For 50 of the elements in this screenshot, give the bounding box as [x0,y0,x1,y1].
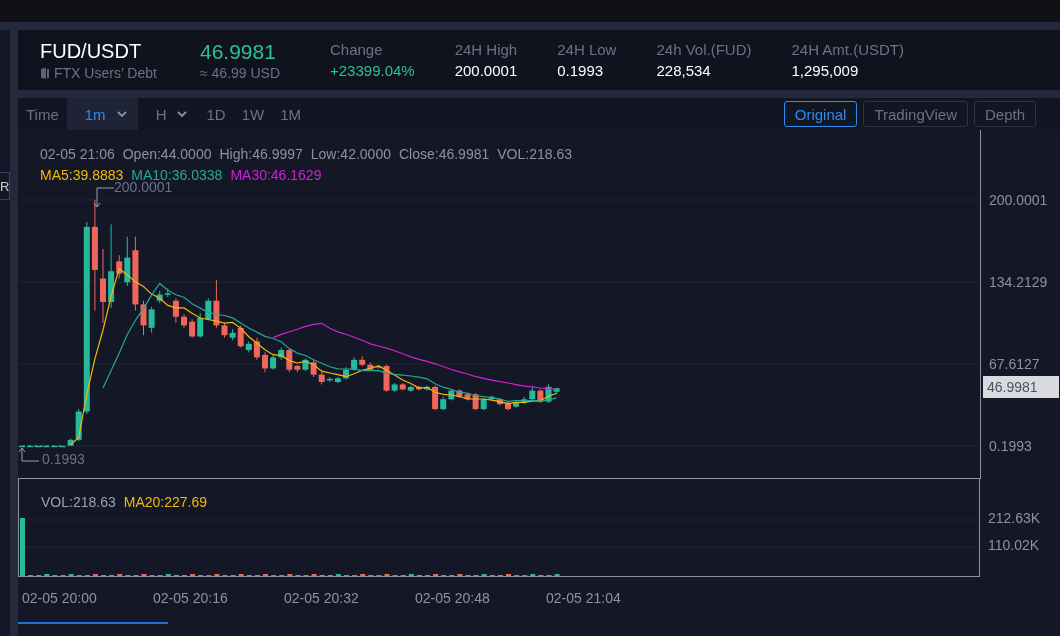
stat-label: 24H Amt.(USDT) [791,41,904,58]
price-axis-label: 67.6127 [989,356,1040,372]
time-axis-label: 02-05 20:48 [415,590,491,608]
stat-label: 24H Low [557,41,617,58]
price-axis-label: 134.2129 [989,274,1048,290]
volume-axis-label: 212.63K [988,510,1041,526]
stat-value: 1,295,009 [791,62,860,79]
view-toggle-button[interactable]: Original [783,101,858,127]
interval-tab[interactable]: H [137,98,199,130]
stat-label: 24H High [454,41,518,58]
price-usd: ≈ 46.99 USD [200,64,282,81]
sidebar-button[interactable]: R [0,172,10,200]
ohlc-value: VOL:218.63 [497,146,572,162]
interval-tab[interactable]: 1m [66,98,138,130]
low-marker-leader-line [18,447,40,463]
volume-legend-value: MA20:227.69 [123,494,208,510]
interval-tab[interactable]: 1M [272,98,309,130]
stat-label: 24h Vol.(FUD) [656,41,752,58]
stat-value: +23399.04% [330,62,415,79]
stat-label: Change [330,41,384,58]
low-price-marker: 0.1993 [42,451,85,467]
volume-axis-label: 110.02K [988,537,1040,553]
low-price-dashed-line [21,445,63,447]
ohlc-value: Low:42.0000 [310,146,391,162]
view-toggle-button[interactable]: Depth [973,101,1036,127]
view-toggle-button[interactable]: TradingView [863,101,968,127]
ohlc-value: High:46.9997 [219,146,303,162]
stat-value: 0.1993 [557,62,605,79]
last-price: 46.9981 [200,39,277,64]
moving-average-value: MA30:46.1629 [230,167,322,183]
stat-value: 200.0001 [454,62,518,79]
interval-tab[interactable]: 1D [198,98,234,130]
document-icon [40,66,50,79]
time-axis-label: 02-05 21:04 [546,590,622,608]
time-axis-label: 02-05 20:00 [22,590,98,608]
time-axis-label: 02-05 20:16 [153,590,229,608]
pair-name: FUD/USDT [40,39,143,63]
ohlc-value: Open:44.0000 [122,146,212,162]
interval-tab[interactable]: 1W [233,98,273,130]
price-axis-label: 200.0001 [989,192,1048,208]
volume-legend-value: VOL:218.63 [41,494,116,510]
time-axis-label: 02-05 20:32 [284,590,360,608]
stat-value: 228,534 [656,62,712,79]
ohlc-value: Close:46.9981 [398,146,490,162]
ohlc-value: 02-05 21:06 [40,146,115,162]
high-marker-leader-line [93,187,115,209]
price-axis-label: 0.1993 [989,438,1032,454]
last-price-tag: 46.9981 [983,376,1059,399]
coin-name: FTX Users’ Debt [54,64,157,81]
time-label: Time [25,105,60,123]
